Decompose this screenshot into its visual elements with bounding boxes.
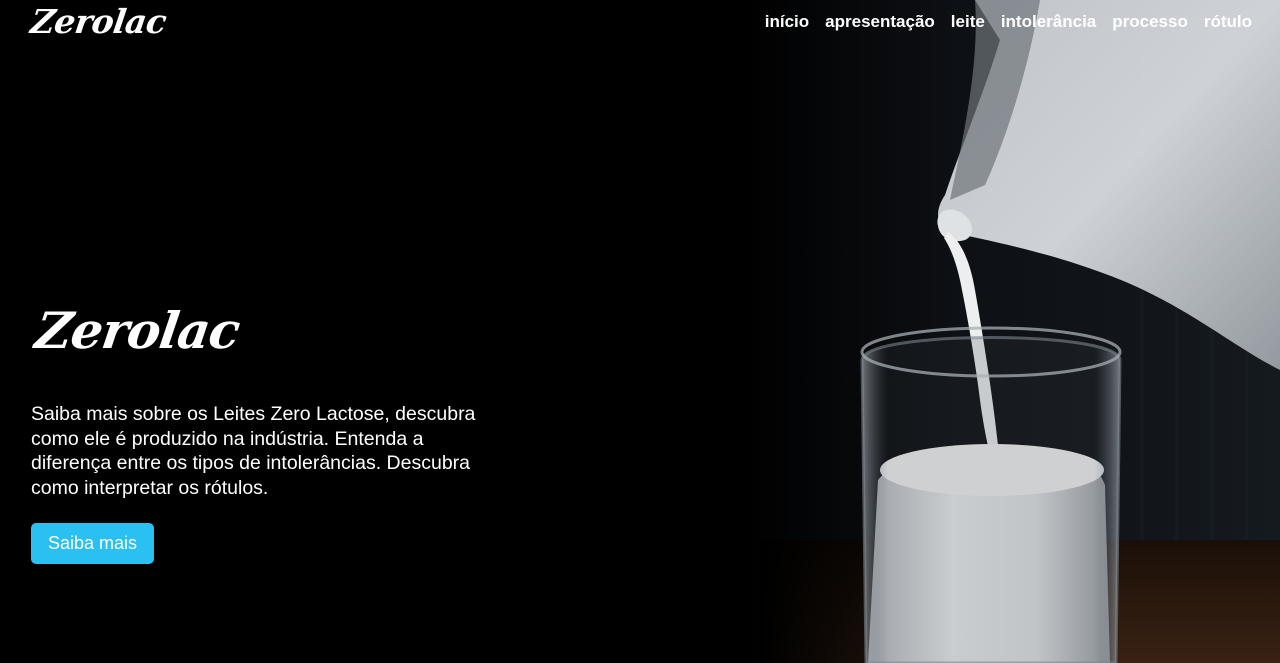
page: Zerolac início apresentação leite intole…	[0, 0, 1280, 663]
hero-title: Zerolac	[31, 301, 243, 360]
nav-item-intolerancia: intolerância	[1001, 12, 1096, 32]
nav-item-apresentacao: apresentação	[825, 12, 935, 32]
nav-item-leite: leite	[951, 12, 985, 32]
navbar: Zerolac início apresentação leite intole…	[0, 0, 1280, 48]
hero-section: Zerolac Saiba mais sobre os Leites Zero …	[31, 296, 501, 564]
nav-link-inicio[interactable]: início	[765, 12, 809, 31]
nav-menu: início apresentação leite intolerância p…	[765, 12, 1252, 32]
nav-item-rotulo: rótulo	[1204, 12, 1252, 32]
nav-link-intolerancia[interactable]: intolerância	[1001, 12, 1096, 31]
nav-link-leite[interactable]: leite	[951, 12, 985, 31]
nav-link-apresentacao[interactable]: apresentação	[825, 12, 935, 31]
nav-item-processo: processo	[1112, 12, 1188, 32]
nav-link-processo[interactable]: processo	[1112, 12, 1188, 31]
nav-link-rotulo[interactable]: rótulo	[1204, 12, 1252, 31]
saiba-mais-button[interactable]: Saiba mais	[31, 523, 155, 564]
hero-description: Saiba mais sobre os Leites Zero Lactose,…	[31, 403, 476, 499]
brand-logo-link[interactable]: Zerolac	[28, 2, 168, 41]
nav-item-inicio: início	[765, 12, 809, 32]
